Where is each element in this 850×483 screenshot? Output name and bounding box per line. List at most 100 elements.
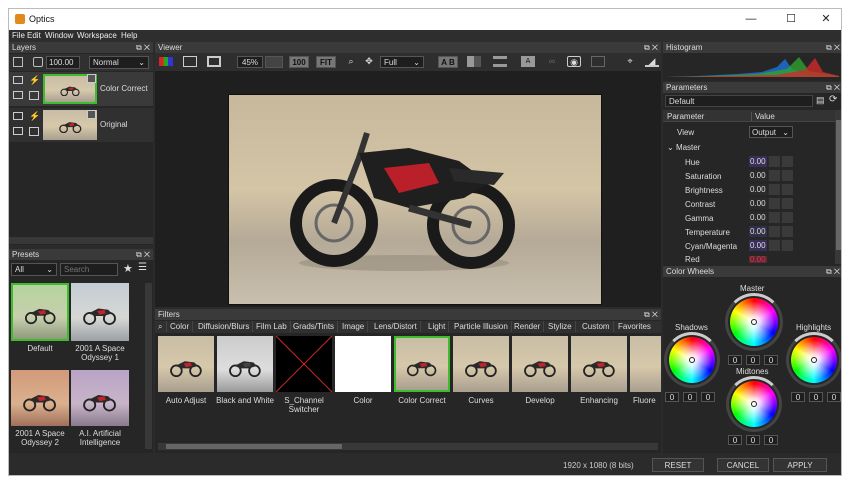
resolution-select[interactable]: Full ⌄ xyxy=(380,56,424,68)
viewer-image[interactable] xyxy=(228,94,602,305)
filter-thumbnail[interactable] xyxy=(630,336,661,392)
wheel-value[interactable]: 0 xyxy=(746,435,760,445)
pan-icon[interactable]: ✥ xyxy=(362,56,376,67)
param-value[interactable]: 0.00 xyxy=(749,212,767,223)
fullscreen-icon[interactable] xyxy=(207,56,221,67)
panel-float-close-icon[interactable]: ⧉ ✕ xyxy=(136,249,150,260)
panel-float-close-icon[interactable]: ⧉ ✕ xyxy=(826,42,840,53)
wheel-value[interactable]: 0 xyxy=(728,355,742,365)
wheel-value[interactable]: 0 xyxy=(683,392,697,402)
preset-thumbnail[interactable] xyxy=(71,370,129,426)
layer-lightning-icon[interactable]: ⚡ xyxy=(29,75,40,86)
wheel-value[interactable]: 0 xyxy=(746,355,760,365)
zoom-fit-button[interactable]: FIT xyxy=(316,56,336,68)
filter-thumbnail[interactable] xyxy=(335,336,391,392)
param-slider[interactable] xyxy=(768,156,780,167)
save-icon[interactable]: ▤ xyxy=(816,95,825,106)
parameters-scrollbar[interactable] xyxy=(835,110,841,264)
layer-lightning-icon[interactable]: ⚡ xyxy=(29,111,40,122)
layer-row[interactable]: ⚡ Color Correct xyxy=(9,72,153,106)
tab-image[interactable]: Image xyxy=(339,321,369,332)
param-value[interactable]: 0.00 xyxy=(749,170,767,181)
wheel-handle[interactable] xyxy=(689,357,695,363)
menu-help[interactable]: Help xyxy=(121,31,137,40)
filter-thumbnail[interactable] xyxy=(512,336,568,392)
param-slider[interactable] xyxy=(781,212,793,223)
shadows-color-wheel[interactable] xyxy=(669,337,715,383)
tab-grads-tints[interactable]: Grads/Tints xyxy=(290,321,339,332)
minimize-button[interactable]: — xyxy=(729,9,773,30)
zoom-stepper[interactable] xyxy=(265,56,283,68)
layer-mask-toggle-icon[interactable] xyxy=(29,91,39,100)
panel-float-close-icon[interactable]: ⧉ ✕ xyxy=(644,309,658,320)
filter-thumbnail[interactable] xyxy=(275,335,333,393)
presets-scrollbar[interactable] xyxy=(145,283,152,449)
wheel-value[interactable]: 0 xyxy=(809,392,823,402)
wheel-value[interactable]: 0 xyxy=(701,392,715,402)
split-view-icon[interactable] xyxy=(467,56,481,67)
panel-float-close-icon[interactable]: ⧉ ✕ xyxy=(826,266,840,277)
filters-scrollbar[interactable] xyxy=(158,443,658,450)
menu-workspace[interactable]: Workspace xyxy=(77,31,117,40)
favorite-star-icon[interactable]: ★ xyxy=(123,262,133,275)
param-slider[interactable] xyxy=(781,184,793,195)
menu-window[interactable]: Window xyxy=(45,31,73,40)
tab-stylize[interactable]: Stylize xyxy=(545,321,576,332)
filter-thumbnail[interactable] xyxy=(571,336,627,392)
tab-film-lab[interactable]: Film Lab xyxy=(253,321,291,332)
wheel-value[interactable]: 0 xyxy=(764,355,778,365)
chevron-down-icon[interactable]: ⌄ xyxy=(667,143,674,152)
opacity-field[interactable]: 100.00 xyxy=(46,56,80,69)
panel-float-close-icon[interactable]: ⧉ ✕ xyxy=(644,42,658,53)
search-icon[interactable]: ⌕ xyxy=(344,56,358,67)
close-button[interactable]: ✕ xyxy=(804,9,841,30)
param-value[interactable]: 0.00 xyxy=(749,198,767,209)
preset-thumbnail[interactable] xyxy=(71,283,129,341)
filter-thumbnail[interactable] xyxy=(158,336,214,392)
panel-float-close-icon[interactable]: ⧉ ✕ xyxy=(826,82,840,93)
param-slider[interactable] xyxy=(781,156,793,167)
param-value[interactable]: 0.00 xyxy=(749,184,767,195)
search-icon[interactable]: ⌕ xyxy=(155,321,167,332)
param-slider[interactable] xyxy=(781,170,793,181)
blend-mode-select[interactable]: Normal ⌄ xyxy=(89,56,149,69)
param-value[interactable]: 0.00 xyxy=(749,226,767,237)
layer-visibility-icon[interactable] xyxy=(13,76,23,84)
param-value[interactable]: 0.00 xyxy=(749,256,767,263)
param-value[interactable]: 0.00 xyxy=(749,240,767,251)
frame-icon[interactable] xyxy=(183,56,197,67)
layer-check-icon[interactable] xyxy=(87,110,96,119)
wheel-handle[interactable] xyxy=(751,401,757,407)
master-group[interactable]: ⌄ Master xyxy=(667,143,700,152)
param-value[interactable]: 0.00 xyxy=(749,156,767,167)
zoom-field[interactable]: 45% xyxy=(237,56,263,68)
param-slider[interactable] xyxy=(781,226,793,237)
presets-search-input[interactable] xyxy=(60,263,118,276)
text-overlay-icon[interactable]: A xyxy=(521,56,535,67)
refresh-icon[interactable]: ⟳ xyxy=(829,94,837,105)
parameters-preset-field[interactable]: Default xyxy=(665,95,813,107)
crosshair-icon[interactable]: ⌖ xyxy=(623,56,637,67)
layers-scrollbar[interactable] xyxy=(9,237,153,244)
tab-custom[interactable]: Custom xyxy=(579,321,614,332)
layer-mask-toggle-icon[interactable] xyxy=(29,127,39,136)
preset-thumbnail[interactable] xyxy=(11,370,69,426)
wheel-value[interactable]: 0 xyxy=(827,392,841,402)
param-slider[interactable] xyxy=(781,198,793,209)
filter-thumbnail[interactable] xyxy=(453,336,509,392)
preset-thumbnail[interactable] xyxy=(11,283,69,341)
tab-particle-illusion[interactable]: Particle Illusion xyxy=(451,321,512,332)
reset-button[interactable]: RESET xyxy=(652,458,704,472)
param-slider[interactable] xyxy=(768,240,780,251)
layer-row[interactable]: ⚡ Original xyxy=(9,108,153,142)
panel-float-close-icon[interactable]: ⧉ ✕ xyxy=(136,42,150,53)
highlights-color-wheel[interactable] xyxy=(791,337,837,383)
param-slider[interactable] xyxy=(781,240,793,251)
wheel-value[interactable]: 0 xyxy=(728,435,742,445)
layer-visibility-icon[interactable] xyxy=(13,112,23,120)
zoom-100-button[interactable]: 100 xyxy=(289,56,309,68)
cancel-button[interactable]: CANCEL xyxy=(717,458,769,472)
layer-monitor-icon[interactable] xyxy=(13,91,23,99)
layer-check-icon[interactable] xyxy=(87,74,96,83)
wheel-handle[interactable] xyxy=(811,357,817,363)
